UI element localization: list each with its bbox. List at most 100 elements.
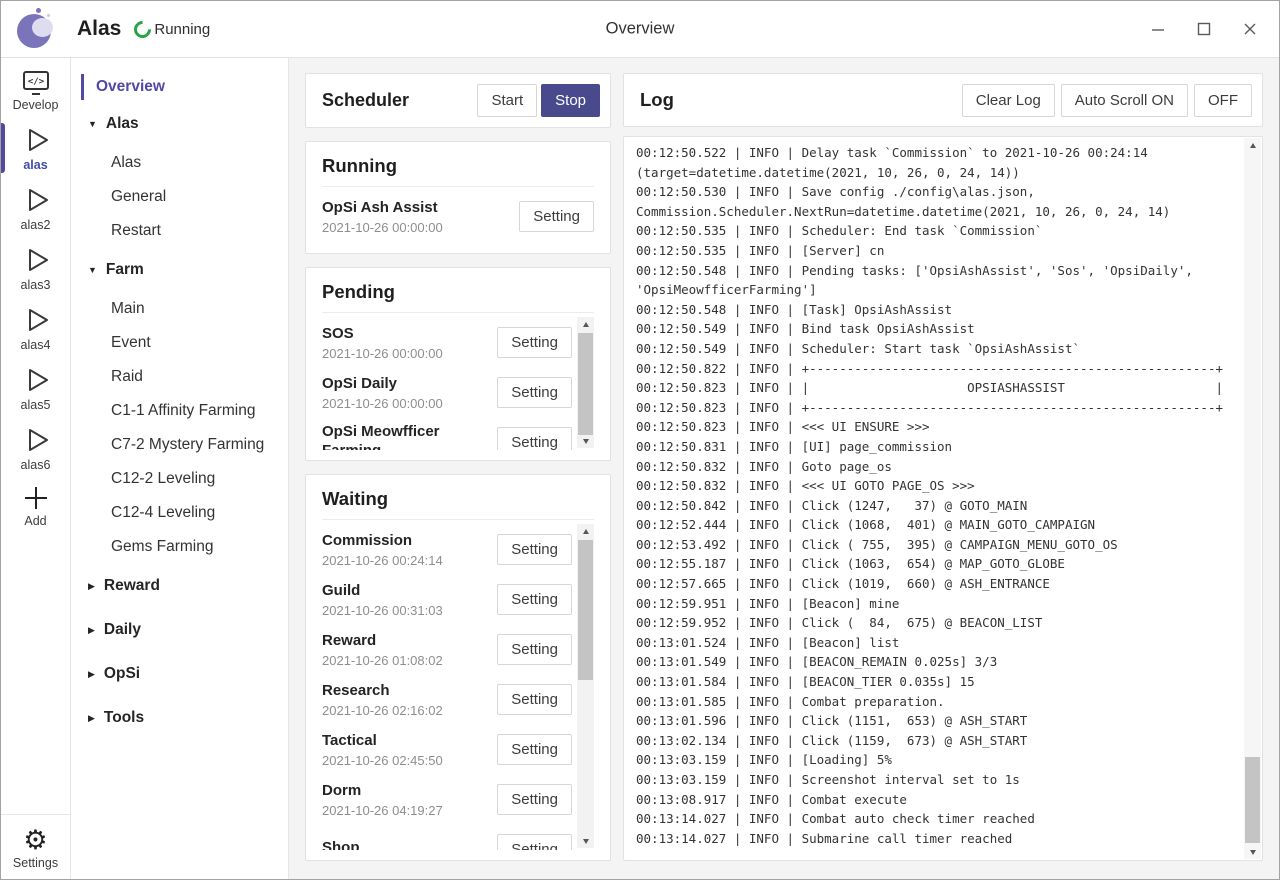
sidebar-group-alas[interactable]: ▼Alas (71, 102, 288, 146)
sidebar-group-daily[interactable]: ▶Daily (71, 608, 288, 652)
pending-task-list: SOS2021-10-26 00:00:00SettingOpSi Daily2… (322, 313, 594, 450)
task-row-opsi-ash-assist: OpSi Ash Assist2021-10-26 00:00:00Settin… (322, 191, 594, 241)
task-next-run-time: 2021-10-26 00:00:00 (322, 396, 489, 411)
task-setting-button[interactable]: Setting (497, 784, 572, 815)
scrollbar-thumb[interactable] (1245, 757, 1260, 843)
log-line: 00:13:01.524 | INFO | [Beacon] list (636, 633, 1233, 653)
log-scrollbar[interactable] (1244, 138, 1261, 859)
log-line: 00:12:50.535 | INFO | [Server] cn (636, 241, 1233, 261)
sidebar-group-reward[interactable]: ▶Reward (71, 564, 288, 608)
auto-scroll-off-button[interactable]: OFF (1194, 84, 1252, 117)
scrollbar-thumb[interactable] (578, 333, 593, 435)
chevron-right-icon: ▶ (88, 713, 95, 724)
rail-item-label: Develop (13, 98, 59, 112)
rail-instance-alas3[interactable]: alas3 (1, 238, 70, 298)
rail-item-add[interactable]: Add (1, 478, 70, 534)
log-line: 00:12:53.492 | INFO | Click ( 755, 395) … (636, 535, 1233, 555)
rail-item-develop[interactable]: </> Develop (1, 64, 70, 118)
auto-scroll-on-button[interactable]: Auto Scroll ON (1061, 84, 1188, 117)
task-setting-button[interactable]: Setting (497, 734, 572, 765)
scroll-up-icon[interactable] (577, 317, 594, 331)
log-line: 00:12:50.548 | INFO | Pending tasks: ['O… (636, 261, 1233, 300)
task-setting-button[interactable]: Setting (497, 377, 572, 408)
sidebar-item-main[interactable]: Main (71, 292, 288, 326)
rail-instance-alas5[interactable]: alas5 (1, 358, 70, 418)
rail-instance-alas2[interactable]: alas2 (1, 178, 70, 238)
sidebar-group-farm[interactable]: ▼Farm (71, 248, 288, 292)
start-button[interactable]: Start (477, 84, 537, 117)
titlebar: Alas Running Overview (1, 1, 1279, 58)
log-line: 00:12:50.823 | INFO | <<< UI ENSURE >>> (636, 417, 1233, 437)
scrollbar-thumb[interactable] (578, 540, 593, 680)
log-column: Log Clear Log Auto Scroll ON OFF 00:12:5… (623, 73, 1263, 861)
sidebar-item-c1-1-affinity-farming[interactable]: C1-1 Affinity Farming (71, 394, 288, 428)
play-icon (19, 363, 53, 397)
clear-log-button[interactable]: Clear Log (962, 84, 1055, 117)
task-name: Shop (322, 838, 489, 850)
log-line: 00:12:50.549 | INFO | Scheduler: Start t… (636, 339, 1233, 359)
log-actions: Clear Log Auto Scroll ON OFF (962, 84, 1252, 117)
waiting-task-list: Commission2021-10-26 00:24:14SettingGuil… (322, 520, 594, 850)
sidebar-group-label: Reward (104, 577, 160, 595)
sidebar-item-overview[interactable]: Overview (71, 72, 288, 102)
waiting-card: Waiting Commission2021-10-26 00:24:14Set… (305, 474, 611, 861)
sidebar-group-opsi[interactable]: ▶OpSi (71, 652, 288, 696)
scroll-up-icon[interactable] (577, 524, 594, 538)
log-line: 00:12:59.952 | INFO | Click ( 84, 675) @… (636, 613, 1233, 633)
sidebar-group-tools[interactable]: ▶Tools (71, 696, 288, 740)
log-line: 00:13:03.159 | INFO | [Loading] 5% (636, 750, 1233, 770)
sidebar-item-event[interactable]: Event (71, 326, 288, 360)
gear-icon: ⚙ (23, 825, 47, 855)
rail-item-settings[interactable]: ⚙ Settings (1, 814, 70, 879)
task-setting-button[interactable]: Setting (497, 584, 572, 615)
sidebar-item-c12-4-leveling[interactable]: C12-4 Leveling (71, 496, 288, 530)
log-line: 00:13:02.134 | INFO | Click (1159, 673) … (636, 731, 1233, 751)
task-next-run-time: 2021-10-26 00:00:00 (322, 220, 511, 235)
task-setting-button[interactable]: Setting (497, 427, 572, 451)
task-info: Guild2021-10-26 00:31:03 (322, 581, 497, 618)
page-title: Overview (606, 20, 675, 39)
sidebar-item-gems-farming[interactable]: Gems Farming (71, 530, 288, 564)
task-info: Shop (322, 838, 497, 850)
log-header-card: Log Clear Log Auto Scroll ON OFF (623, 73, 1263, 127)
rail-instance-alas6[interactable]: alas6 (1, 418, 70, 478)
rail-instance-alas4[interactable]: alas4 (1, 298, 70, 358)
sidebar-item-raid[interactable]: Raid (71, 360, 288, 394)
task-setting-button[interactable]: Setting (497, 834, 572, 851)
scroll-up-icon[interactable] (1244, 138, 1261, 152)
task-next-run-time: 2021-10-26 02:45:50 (322, 753, 489, 768)
rail-instance-label: alas (23, 158, 47, 172)
task-setting-button[interactable]: Setting (497, 634, 572, 665)
app-title: Alas (77, 17, 121, 41)
log-line: 00:12:50.823 | INFO | +-----------------… (636, 398, 1233, 418)
minimize-button[interactable] (1135, 1, 1181, 57)
task-row-tactical: Tactical2021-10-26 02:45:50Setting (322, 724, 572, 774)
window-controls (1135, 1, 1273, 57)
log-line: 00:12:50.535 | INFO | Scheduler: End tas… (636, 221, 1233, 241)
task-info: OpSi Meowfficer Farming (322, 422, 497, 451)
sidebar-item-general[interactable]: General (71, 180, 288, 214)
sidebar-group-label: Farm (106, 261, 144, 279)
waiting-scrollbar[interactable] (577, 524, 594, 848)
close-button[interactable] (1227, 1, 1273, 57)
log-line: 00:12:52.444 | INFO | Click (1068, 401) … (636, 515, 1233, 535)
maximize-button[interactable] (1181, 1, 1227, 57)
scroll-down-icon[interactable] (577, 834, 594, 848)
task-setting-button[interactable]: Setting (519, 201, 594, 232)
rail-instance-alas[interactable]: alas (1, 118, 70, 178)
sidebar-item-c12-2-leveling[interactable]: C12-2 Leveling (71, 462, 288, 496)
sidebar-item-alas[interactable]: Alas (71, 146, 288, 180)
task-row-opsi-daily: OpSi Daily2021-10-26 00:00:00Setting (322, 367, 572, 417)
task-setting-button[interactable]: Setting (497, 534, 572, 565)
task-name: Reward (322, 631, 489, 650)
task-row-opsi-meowfficer-farming: OpSi Meowfficer FarmingSetting (322, 417, 572, 450)
sidebar-item-c7-2-mystery-farming[interactable]: C7-2 Mystery Farming (71, 428, 288, 462)
task-next-run-time: 2021-10-26 02:16:02 (322, 703, 489, 718)
stop-button[interactable]: Stop (541, 84, 600, 117)
scroll-down-icon[interactable] (577, 434, 594, 448)
sidebar-item-restart[interactable]: Restart (71, 214, 288, 248)
task-setting-button[interactable]: Setting (497, 327, 572, 358)
task-setting-button[interactable]: Setting (497, 684, 572, 715)
pending-scrollbar[interactable] (577, 317, 594, 448)
scroll-down-icon[interactable] (1244, 845, 1261, 859)
